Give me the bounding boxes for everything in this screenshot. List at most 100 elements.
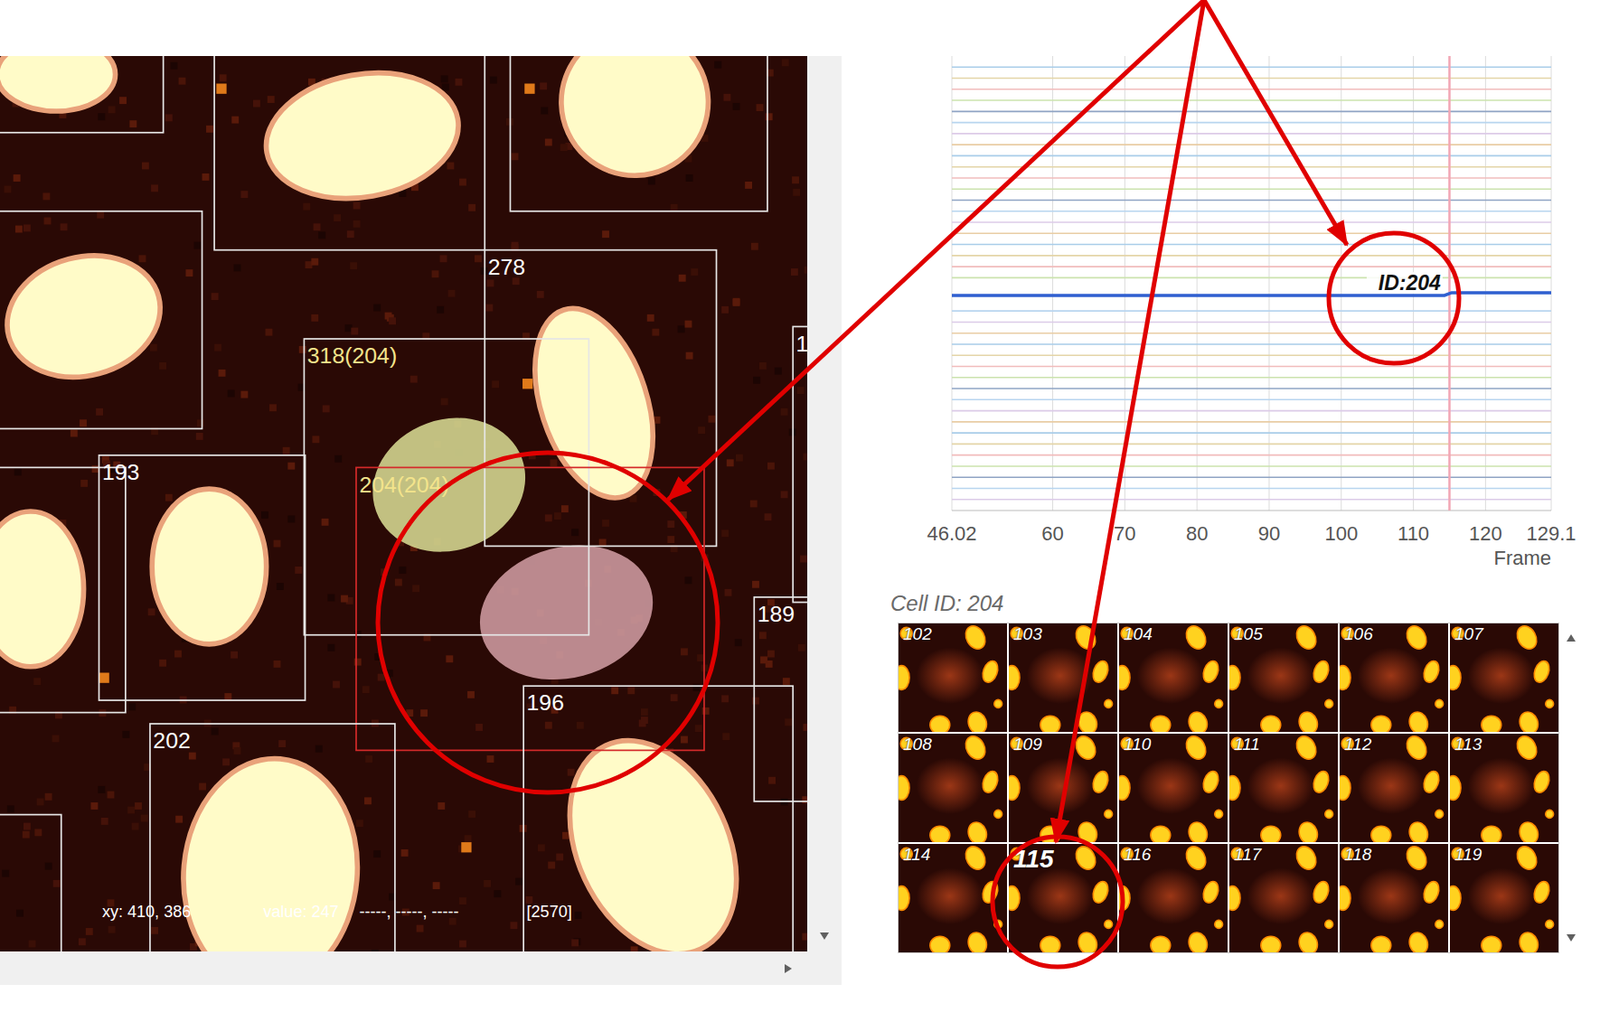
- vertical-scrollbar[interactable]: [807, 56, 842, 952]
- frame-thumbnail[interactable]: 118: [1339, 844, 1449, 953]
- noise-pixel: [685, 320, 693, 329]
- tracking-box[interactable]: [523, 686, 793, 952]
- track-line[interactable]: [951, 376, 1552, 379]
- track-line[interactable]: [951, 343, 1552, 346]
- frame-thumbnail[interactable]: 106: [1339, 623, 1449, 733]
- tracking-box[interactable]: [792, 326, 808, 603]
- frame-background: [1008, 844, 1118, 953]
- frame-thumbnail[interactable]: 102: [898, 623, 1008, 733]
- track-line[interactable]: [951, 188, 1552, 190]
- track-line[interactable]: [951, 432, 1552, 434]
- tracking-box[interactable]: [0, 467, 126, 713]
- frame-thumbnail[interactable]: 107: [1449, 623, 1559, 733]
- cell-nucleus[interactable]: [513, 293, 676, 514]
- track-line[interactable]: [951, 443, 1552, 446]
- frame-thumbnail[interactable]: 112: [1339, 734, 1449, 843]
- frame-thumbnail[interactable]: 103: [1008, 623, 1118, 733]
- track-line[interactable]: [951, 210, 1552, 213]
- cell-nucleus[interactable]: [540, 56, 729, 197]
- track-line[interactable]: [951, 122, 1552, 124]
- track-line[interactable]: [951, 177, 1552, 179]
- track-line[interactable]: [951, 488, 1552, 490]
- annotation-overlay: [0, 0, 1600, 1012]
- track-chart[interactable]: ID:20446.0260708090100110120129.1Frame: [915, 56, 1594, 572]
- frame-scrollbar[interactable]: [1559, 622, 1583, 954]
- noise-pixel: [353, 220, 361, 228]
- track-line[interactable]: [951, 354, 1552, 357]
- track-line[interactable]: [951, 410, 1552, 413]
- cell-nucleus[interactable]: [0, 56, 116, 112]
- tracking-box[interactable]: [99, 455, 306, 701]
- frame-thumbnail[interactable]: 117: [1229, 844, 1338, 953]
- track-line[interactable]: [951, 166, 1552, 169]
- tracking-box[interactable]: [303, 338, 589, 636]
- frame-thumbnail[interactable]: 104: [1119, 623, 1228, 733]
- tracking-box[interactable]: [214, 56, 485, 251]
- track-line[interactable]: [951, 254, 1552, 257]
- frame-thumbnail[interactable]: 113: [1449, 734, 1559, 843]
- highlight-track[interactable]: [951, 292, 1552, 296]
- noise-pixel: [150, 184, 159, 192]
- scroll-right-icon[interactable]: [781, 962, 795, 976]
- frame-thumbnail[interactable]: 109: [1008, 734, 1118, 843]
- track-line[interactable]: [951, 88, 1552, 91]
- frame-thumbnail[interactable]: 116: [1119, 844, 1228, 953]
- tracking-box[interactable]: [356, 467, 705, 751]
- track-line[interactable]: [951, 143, 1552, 146]
- track-line[interactable]: [951, 332, 1552, 335]
- horizontal-scrollbar[interactable]: [0, 951, 842, 986]
- cell-nucleus[interactable]: [151, 489, 266, 645]
- scroll-down-icon[interactable]: [818, 930, 831, 943]
- frame-thumbnail[interactable]: 115: [1008, 844, 1118, 953]
- track-line[interactable]: [951, 221, 1552, 224]
- frame-thumbnail[interactable]: 111: [1229, 734, 1338, 843]
- track-line[interactable]: [951, 476, 1552, 479]
- tracking-box[interactable]: [0, 56, 164, 133]
- cell-nucleus[interactable]: [174, 752, 368, 952]
- cell-nucleus[interactable]: [255, 58, 469, 214]
- noise-pixel: [45, 793, 53, 801]
- noise-pixel: [345, 324, 353, 332]
- track-line[interactable]: [951, 265, 1552, 268]
- track-line[interactable]: [951, 99, 1552, 102]
- microscopy-view[interactable]: 278318(204)193204(204)1962021891xy: 410,…: [0, 56, 808, 952]
- track-line[interactable]: [951, 366, 1552, 368]
- frame-number: 117: [1233, 846, 1262, 866]
- track-line[interactable]: [951, 399, 1552, 402]
- track-line[interactable]: [951, 232, 1552, 235]
- track-line[interactable]: [951, 65, 1552, 68]
- track-line[interactable]: [951, 421, 1552, 424]
- cell-nucleus[interactable]: [0, 511, 85, 668]
- cell-nucleus[interactable]: [536, 714, 769, 952]
- track-line[interactable]: [951, 111, 1552, 113]
- frame-cursor[interactable]: [1448, 56, 1451, 511]
- frame-thumbnail[interactable]: 114: [898, 844, 1008, 953]
- cell-nucleus[interactable]: [0, 239, 174, 395]
- track-line[interactable]: [951, 132, 1552, 135]
- frame-thumbnail[interactable]: 119: [1449, 844, 1559, 953]
- track-line[interactable]: [951, 199, 1552, 202]
- track-line[interactable]: [951, 387, 1552, 390]
- tracking-box[interactable]: [753, 597, 808, 802]
- scroll-up-icon[interactable]: [1564, 631, 1578, 645]
- cell-nucleus: [1104, 809, 1113, 819]
- frame-thumbnail[interactable]: 110: [1119, 734, 1228, 843]
- tracking-box[interactable]: [484, 250, 716, 547]
- tracking-box[interactable]: [509, 56, 767, 212]
- frame-thumbnail[interactable]: 108: [898, 734, 1008, 843]
- frame-thumbnail[interactable]: 105: [1229, 623, 1338, 733]
- track-line[interactable]: [951, 498, 1552, 501]
- track-line[interactable]: [951, 454, 1552, 457]
- track-line[interactable]: [951, 244, 1552, 246]
- noise-pixel: [362, 686, 370, 694]
- track-line[interactable]: [951, 77, 1552, 80]
- tracking-box[interactable]: [0, 211, 203, 430]
- dividing-cell-daughter[interactable]: [464, 527, 669, 699]
- track-line[interactable]: [951, 465, 1552, 468]
- tracking-box[interactable]: [0, 815, 62, 952]
- track-line[interactable]: [951, 310, 1552, 312]
- track-line[interactable]: [951, 277, 1552, 280]
- track-line[interactable]: [951, 155, 1552, 158]
- scroll-down-icon[interactable]: [1564, 931, 1578, 945]
- track-line[interactable]: [951, 321, 1552, 324]
